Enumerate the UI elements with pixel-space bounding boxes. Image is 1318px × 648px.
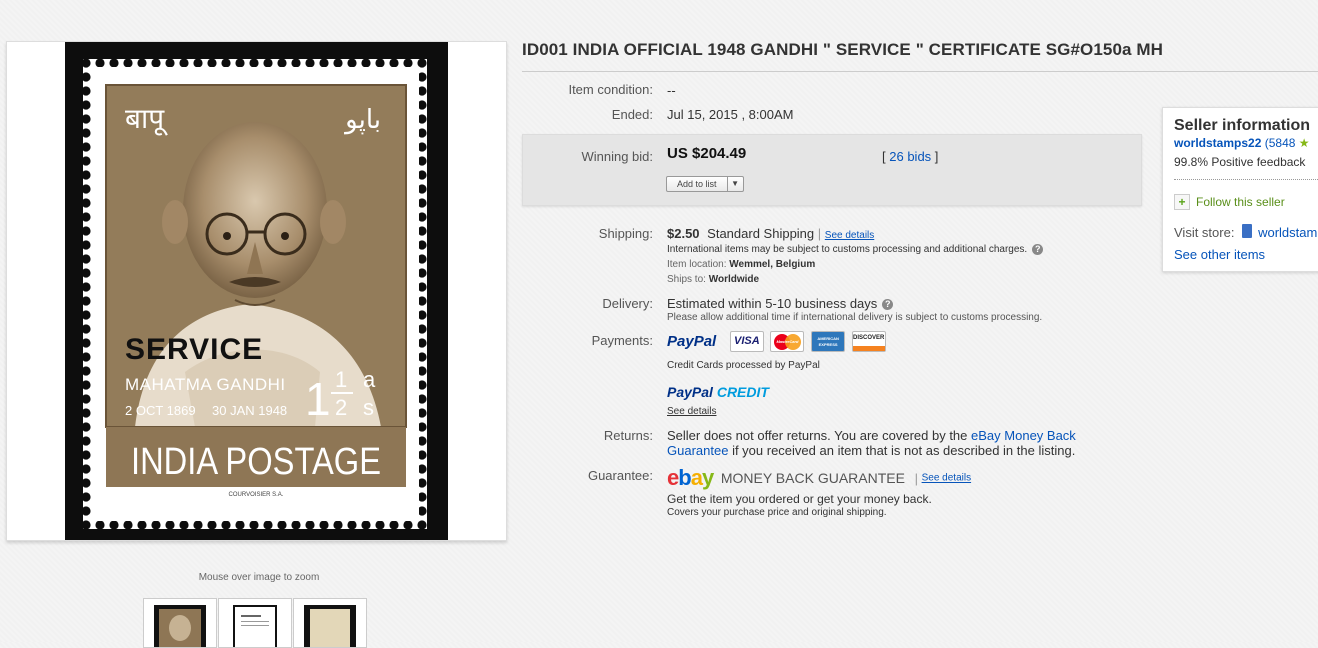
follow-seller-link[interactable]: Follow this seller <box>1196 195 1285 209</box>
stamp-country: INDIA POSTAGE <box>131 441 381 483</box>
store-icon <box>1242 224 1253 238</box>
delivery-estimate: Estimated within 5-10 business days? <box>667 296 894 311</box>
returns-text: Seller does not offer returns. You are c… <box>667 428 1097 458</box>
paypal-credit-see-details-link[interactable]: See details <box>667 406 716 417</box>
payments-label: Payments: <box>591 333 653 348</box>
thumbnail-1[interactable] <box>143 598 217 648</box>
item-location-value: Wemmel, Belgium <box>729 259 816 270</box>
stamp-printer: COURVOISIER S.A. <box>229 492 284 498</box>
follow-seller[interactable]: + Follow this seller <box>1174 194 1285 210</box>
stamp-value-a: a <box>363 367 376 392</box>
zoom-hint: Mouse over image to zoom <box>198 572 320 583</box>
stamp-name: MAHATMA GANDHI <box>125 375 286 394</box>
winning-bid-label: Winning bid: <box>581 149 653 164</box>
intl-customs-note: International items may be subject to cu… <box>667 244 1044 256</box>
paypal-credit-logo: PayPal CREDIT <box>667 384 769 400</box>
returns-label: Returns: <box>603 428 653 443</box>
stamp-value-den: 2 <box>335 395 347 420</box>
add-to-list-button[interactable]: Add to list ▼ <box>666 176 744 192</box>
guarantee-label: Guarantee: <box>587 468 653 483</box>
stamp-value-num: 1 <box>335 367 347 392</box>
ended-label: Ended: <box>611 107 653 122</box>
add-to-list-label: Add to list <box>677 179 717 189</box>
winning-bid-value: US $204.49 <box>667 145 747 162</box>
paypal-credit-credit: CREDIT <box>716 384 769 400</box>
help-icon[interactable]: ? <box>1032 244 1044 255</box>
cards-note: Credit Cards processed by PayPal <box>667 360 820 371</box>
store-name-link[interactable]: worldstamps22 <box>1258 225 1318 240</box>
guarantee-banner: ebay MONEY BACK GUARANTEE | See details <box>667 465 972 490</box>
see-other-items-link[interactable]: See other items <box>1174 247 1265 262</box>
main-image-frame[interactable]: बापू باپو SERVICE MAHATMA GANDHI 2 OCT 1… <box>6 41 507 541</box>
stamp-overprint: SERVICE <box>125 333 263 366</box>
ships-to-value: Worldwide <box>708 274 760 285</box>
returns-text-end: if you received an item that is not as d… <box>732 443 1076 458</box>
item-location: Item location: Wemmel, Belgium <box>667 259 815 270</box>
guarantee-see-details-link[interactable]: See details <box>922 473 971 484</box>
delivery-value: Estimated within 5-10 business days <box>667 296 878 311</box>
ebay-logo: ebay <box>667 465 714 490</box>
shipping-line: $2.50 Standard Shipping | See details <box>667 226 875 241</box>
discover-card-icon: DISCOVER <box>851 331 886 352</box>
feedback-star-icon: ★ <box>1298 136 1310 150</box>
visit-store: Visit store: worldstamps22 <box>1174 224 1318 240</box>
seller-heading: Seller information <box>1174 117 1311 134</box>
ended-value: Jul 15, 2015 , 8:00AM <box>667 107 794 122</box>
bid-bracket-open: [ <box>882 149 886 164</box>
payment-methods: PayPal VISA MasterCard AMERICAN EXPRESS … <box>667 331 889 352</box>
condition-value: -- <box>667 83 676 98</box>
delivery-label: Delivery: <box>602 296 653 311</box>
item-location-label: Item location: <box>667 259 727 270</box>
bid-count: [ 26 bids ] <box>882 149 938 164</box>
bid-history-link[interactable]: 26 bids <box>889 149 931 164</box>
condition-label: Item condition: <box>568 82 653 97</box>
paypal-logo: PayPal <box>667 333 717 350</box>
intl-customs-text: International items may be subject to cu… <box>667 244 1028 256</box>
visa-card-icon: VISA <box>729 331 764 352</box>
seller-username-link[interactable]: worldstamps22 <box>1174 136 1261 150</box>
guarantee-line-1: Get the item you ordered or get your mon… <box>667 492 932 506</box>
money-back-guarantee-text: MONEY BACK GUARANTEE <box>720 470 905 486</box>
listing-title: ID001 INDIA OFFICIAL 1948 GANDHI " SERVI… <box>522 40 1164 59</box>
ships-to-label: Ships to: <box>667 274 706 285</box>
winning-bid-panel <box>522 134 1142 206</box>
returns-text-start: Seller does not offer returns. You are c… <box>667 428 968 443</box>
plus-icon: + <box>1174 194 1190 210</box>
shipping-see-details-link[interactable]: See details <box>825 230 874 241</box>
stamp-urdu: باپو <box>343 105 381 135</box>
stamp-image[interactable]: बापू باپو SERVICE MAHATMA GANDHI 2 OCT 1… <box>65 42 448 540</box>
seller-info-panel: Seller information worldstamps22 (5848 ★… <box>1162 107 1318 272</box>
shipping-type: Standard Shipping <box>707 226 815 241</box>
amex-card-icon: AMERICAN EXPRESS <box>811 331 846 352</box>
seller-divider <box>1174 179 1318 180</box>
seller-feedback-score-link[interactable]: (5848 <box>1265 136 1296 150</box>
bid-bracket-close: ] <box>934 149 939 164</box>
shipping-price: $2.50 <box>667 226 700 241</box>
stamp-devanagari: बापू <box>125 102 168 136</box>
seller-id-line: worldstamps22 (5848 ★ <box>1174 136 1310 150</box>
title-divider <box>522 71 1318 72</box>
thumbnail-2[interactable] <box>218 598 292 648</box>
stamp-value-int: 1 <box>305 373 331 425</box>
mastercard-icon: MasterCard <box>770 331 805 352</box>
dropdown-arrow-icon[interactable]: ▼ <box>726 177 743 191</box>
thumbnail-3[interactable] <box>293 598 367 648</box>
guarantee-line-2: Covers your purchase price and original … <box>667 507 887 518</box>
shipping-label: Shipping: <box>598 226 653 241</box>
stamp-date-birth: 2 OCT 1869 <box>125 403 196 418</box>
stamp-date-death: 30 JAN 1948 <box>212 403 287 418</box>
seller-positive-feedback: 99.8% Positive feedback <box>1174 155 1306 169</box>
ships-to: Ships to: Worldwide <box>667 274 759 285</box>
visit-store-label: Visit store: <box>1174 225 1235 240</box>
delivery-note: Please allow additional time if internat… <box>667 312 1043 323</box>
delivery-help-icon[interactable]: ? <box>882 299 894 311</box>
stamp-value-s: s <box>363 395 374 420</box>
paypal-credit-paypal: PayPal <box>667 384 713 400</box>
